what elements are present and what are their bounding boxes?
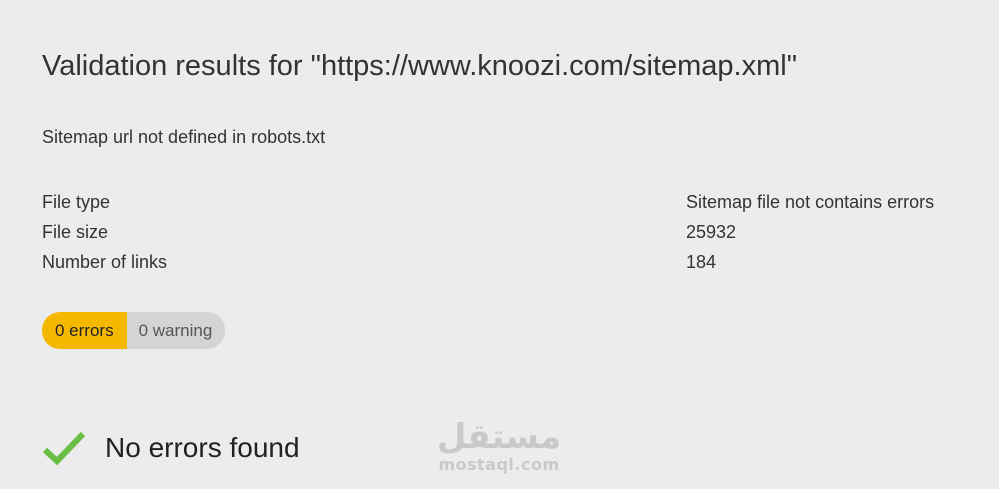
info-row-number-of-links: Number of links 184 bbox=[42, 247, 972, 277]
info-label: Number of links bbox=[42, 252, 168, 272]
info-value: 25932 bbox=[686, 222, 737, 242]
file-info-table: File type Sitemap file not contains erro… bbox=[42, 187, 972, 277]
info-label: File size bbox=[42, 222, 109, 242]
info-value: 184 bbox=[686, 252, 717, 272]
warning-tab[interactable]: 0 warning bbox=[126, 312, 226, 349]
watermark-logo: مستقل mostaql.com bbox=[436, 418, 562, 474]
info-label: File type bbox=[42, 192, 111, 212]
result-message: No errors found bbox=[105, 432, 300, 463]
info-row-file-type: File type Sitemap file not contains erro… bbox=[42, 187, 972, 217]
watermark-logo-text: مستقل bbox=[436, 417, 562, 457]
info-value: Sitemap file not contains errors bbox=[686, 192, 935, 212]
result-tabs: 0 errors 0 warning bbox=[42, 312, 226, 349]
info-row-file-size: File size 25932 bbox=[42, 217, 972, 247]
watermark-site: mostaql.com bbox=[438, 455, 560, 474]
robots-notice: Sitemap url not defined in robots.txt bbox=[42, 127, 326, 147]
checkmark-icon bbox=[42, 430, 86, 466]
errors-tab[interactable]: 0 errors bbox=[42, 312, 127, 349]
page-title: Validation results for "https://www.knoo… bbox=[42, 50, 797, 82]
validation-result: No errors found bbox=[42, 428, 300, 468]
